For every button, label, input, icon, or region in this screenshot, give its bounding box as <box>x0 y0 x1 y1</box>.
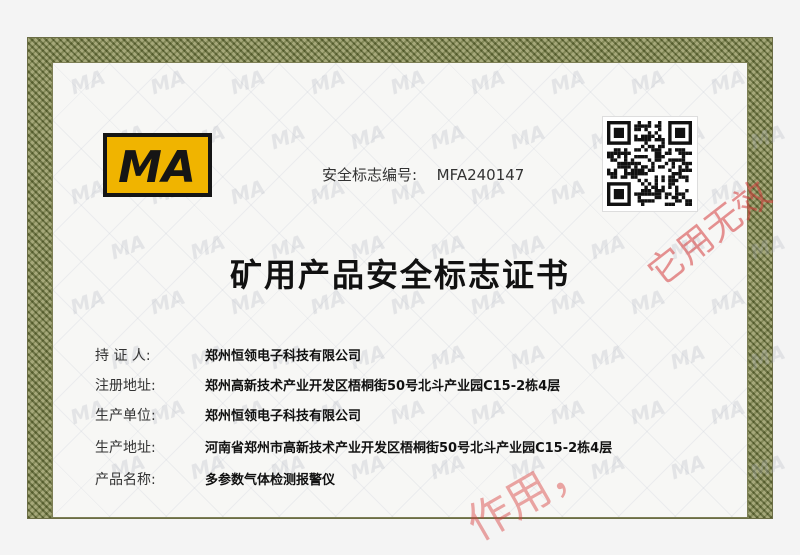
field-value: 多参数气体检测报警仪 <box>205 473 336 488</box>
field-label: 生产地址: <box>95 440 156 456</box>
cert-number-label: 安全标志编号: <box>322 166 418 184</box>
field-value: 郑州恒领电子科技有限公司 <box>205 409 362 424</box>
field-holder: 持 证 人: 郑州恒领电子科技有限公司 <box>95 345 775 371</box>
field-label: 生产单位: <box>95 408 156 424</box>
cert-number: 安全标志编号: MFA240147 <box>322 164 524 185</box>
field-label: 注册地址: <box>95 378 156 394</box>
field-production-address: 生产地址: 河南省郑州市高新技术产业开发区梧桐街50号北斗产业园C15-2栋4层 <box>95 437 775 463</box>
field-label: 产品名称: <box>95 472 156 488</box>
field-label: 持 证 人: <box>95 348 151 364</box>
field-registered-address: 注册地址: 郑州高新技术产业开发区梧桐街50号北斗产业园C15-2栋4层 <box>95 375 775 401</box>
field-value: 郑州高新技术产业开发区梧桐街50号北斗产业园C15-2栋4层 <box>205 379 561 394</box>
certificate-title: 矿用产品安全标志证书 <box>229 256 570 294</box>
field-value: 河南省郑州市高新技术产业开发区梧桐街50号北斗产业园C15-2栋4层 <box>205 441 613 456</box>
field-manufacturer: 生产单位: 郑州恒领电子科技有限公司 <box>95 405 775 431</box>
ma-logo: MA <box>103 133 212 197</box>
cert-number-value: MFA240147 <box>436 166 525 184</box>
field-value: 郑州恒领电子科技有限公司 <box>205 349 362 364</box>
logo-text: MA <box>118 142 196 193</box>
field-product-name: 产品名称: 多参数气体检测报警仪 <box>95 469 775 495</box>
qr-code <box>603 117 697 211</box>
